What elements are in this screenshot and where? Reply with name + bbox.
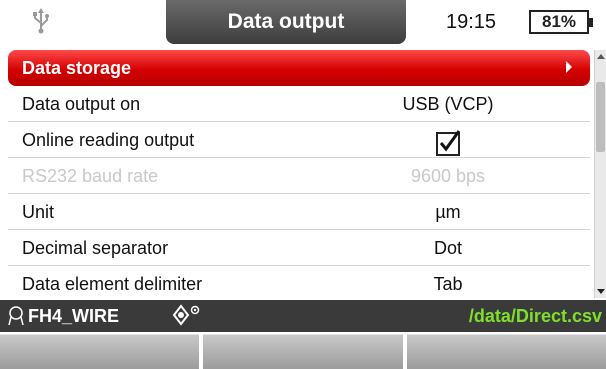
scrollbar[interactable] <box>594 50 606 298</box>
row-label: Data element delimiter <box>22 274 203 294</box>
softkey-3[interactable] <box>406 334 606 369</box>
row-value: µm <box>435 202 461 222</box>
header-bar: Data output 19:15 81% <box>0 0 606 46</box>
row-data-element-delimiter[interactable]: Data element delimiter Tab <box>8 266 590 302</box>
row-value: Tab <box>433 274 463 294</box>
probe-name: FH4_WIRE <box>28 306 120 326</box>
row-label: Online reading output <box>22 130 195 150</box>
clock: 19:15 <box>446 11 497 33</box>
status-bar: FH4_WIRE /data/Direct.csv <box>0 300 606 332</box>
row-label: Decimal separator <box>22 238 169 258</box>
scroll-up-icon[interactable] <box>597 54 605 59</box>
row-online-reading-output[interactable]: Online reading output <box>8 122 590 158</box>
chevron-right-icon <box>566 61 572 73</box>
online-output-checkbox[interactable] <box>436 130 461 156</box>
settings-list: Data storage Data output on USB (VCP) On… <box>8 50 590 302</box>
row-rs232-baud-rate: RS232 baud rate 9600 bps <box>8 158 590 194</box>
battery-indicator: 81% <box>529 10 593 34</box>
softkey-1[interactable] <box>0 334 200 369</box>
scroll-thumb[interactable] <box>596 82 605 152</box>
row-label: Data output on <box>22 94 141 114</box>
screen-title: Data output <box>166 0 406 44</box>
row-value: 9600 bps <box>410 166 486 186</box>
row-label: Unit <box>22 202 55 222</box>
softkey-2[interactable] <box>203 334 403 369</box>
scroll-down-icon[interactable] <box>597 289 605 294</box>
row-value: USB (VCP) <box>402 94 494 114</box>
output-file-path: /data/Direct.csv <box>468 306 602 326</box>
row-decimal-separator[interactable]: Decimal separator Dot <box>8 230 590 266</box>
row-data-storage[interactable]: Data storage <box>8 50 590 86</box>
row-data-output-on[interactable]: Data output on USB (VCP) <box>8 86 590 122</box>
row-label: Data storage <box>22 58 132 78</box>
checkmark-icon <box>439 130 461 152</box>
probe-icon <box>8 306 24 331</box>
row-unit[interactable]: Unit µm <box>8 194 590 230</box>
measure-mode-icon <box>172 304 206 331</box>
row-value: Dot <box>433 238 462 258</box>
row-label: RS232 baud rate <box>22 166 159 186</box>
usb-icon <box>30 8 52 34</box>
softkey-bar <box>0 334 606 369</box>
